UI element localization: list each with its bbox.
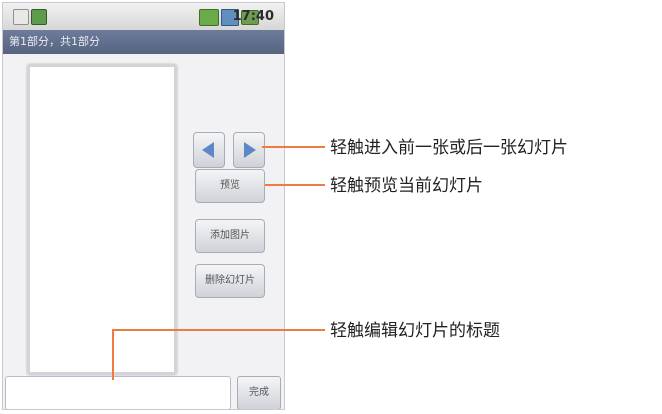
previous-slide-button[interactable] bbox=[193, 132, 225, 168]
notification-icon bbox=[13, 9, 29, 25]
callout-nav-text: 轻触进入前一张或后一张幻灯片 bbox=[330, 138, 568, 158]
callout-title-text: 轻触编辑幻灯片的标题 bbox=[330, 321, 500, 341]
part-indicator: 第1部分，共1部分 bbox=[3, 30, 284, 54]
add-picture-button[interactable]: 添加图片 bbox=[195, 219, 265, 253]
triangle-right-icon bbox=[244, 142, 256, 158]
callout-line-title-horizontal bbox=[112, 329, 325, 331]
callout-preview-text: 轻触预览当前幻灯片 bbox=[330, 176, 483, 196]
app-notification-icon bbox=[31, 9, 47, 25]
delete-slide-button[interactable]: 删除幻灯片 bbox=[195, 264, 265, 298]
slide-editor: 预览 添加图片 删除幻灯片 完成 bbox=[3, 54, 284, 409]
phone-screen: 17:40 第1部分，共1部分 预览 添加图片 删除幻灯片 完成 bbox=[2, 2, 285, 410]
next-slide-button[interactable] bbox=[233, 132, 265, 168]
callout-line-nav bbox=[262, 146, 325, 148]
triangle-left-icon bbox=[202, 142, 214, 158]
preview-button[interactable]: 预览 bbox=[195, 169, 265, 203]
callout-line-preview bbox=[265, 184, 325, 186]
slide-title-input[interactable] bbox=[5, 376, 231, 409]
done-button[interactable]: 完成 bbox=[237, 376, 281, 409]
status-bar: 17:40 bbox=[3, 3, 284, 30]
callout-line-title-vertical bbox=[112, 329, 114, 380]
mms-icon bbox=[199, 9, 219, 26]
status-time: 17:40 bbox=[232, 9, 274, 24]
